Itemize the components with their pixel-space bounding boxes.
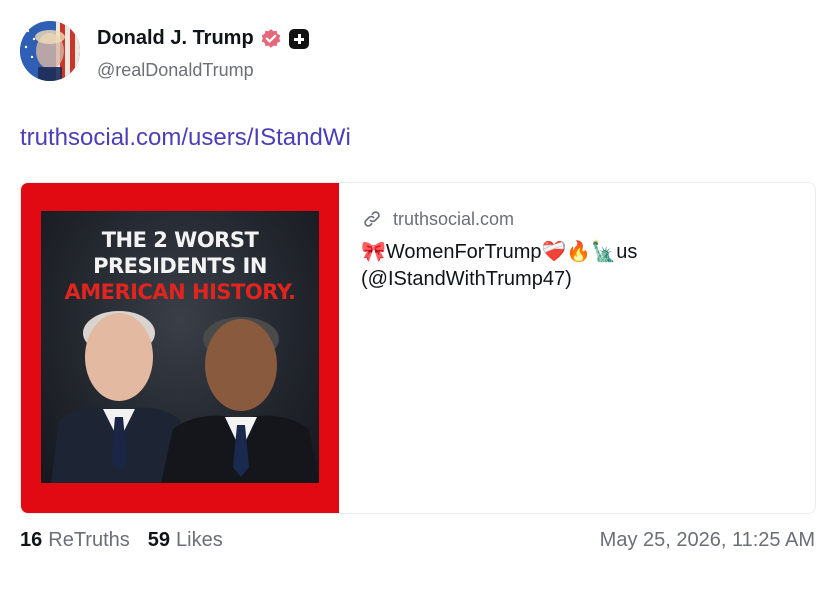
card-domain-row: truthsocial.com bbox=[361, 207, 791, 231]
author-handle[interactable]: @realDonaldTrump bbox=[97, 60, 254, 81]
verified-badge-icon bbox=[261, 29, 281, 48]
card-text: truthsocial.com 🎀WomenForTrump❤️‍🩹🔥🗽us (… bbox=[361, 207, 791, 293]
retruths-stat[interactable]: 16 ReTruths bbox=[20, 529, 130, 552]
likes-label: Likes bbox=[176, 529, 223, 551]
plus-badge-icon bbox=[289, 29, 309, 49]
card-image: THE 2 WORST PRESIDENTS IN AMERICAN HISTO… bbox=[21, 183, 339, 513]
retruths-count: 16 bbox=[20, 529, 43, 551]
post-stats: 16 ReTruths 59 Likes bbox=[20, 529, 223, 552]
card-title: 🎀WomenForTrump❤️‍🩹🔥🗽us bbox=[361, 241, 638, 263]
likes-count: 59 bbox=[147, 529, 171, 551]
image-headline: THE 2 WORST PRESIDENTS IN AMERICAN HISTO… bbox=[41, 227, 319, 305]
link-preview-card[interactable]: THE 2 WORST PRESIDENTS IN AMERICAN HISTO… bbox=[20, 182, 816, 514]
link-icon bbox=[364, 211, 380, 227]
post-timestamp[interactable]: May 25, 2026, 11:25 AM bbox=[600, 529, 815, 552]
portraits-illustration-icon bbox=[51, 311, 319, 483]
image-headline-line2: PRESIDENTS IN bbox=[93, 254, 267, 278]
card-description: (@IStandWithTrump47) bbox=[361, 268, 572, 290]
display-name[interactable]: Donald J. Trump bbox=[97, 27, 254, 50]
card-domain: truthsocial.com bbox=[393, 208, 515, 229]
post-link[interactable]: truthsocial.com/users/IStandWi bbox=[20, 124, 351, 152]
image-headline-line1: THE 2 WORST bbox=[101, 228, 259, 252]
avatar[interactable] bbox=[20, 21, 80, 81]
card-image-artwork: THE 2 WORST PRESIDENTS IN AMERICAN HISTO… bbox=[41, 211, 319, 483]
likes-stat[interactable]: 59 Likes bbox=[148, 529, 223, 552]
avatar-portrait-icon bbox=[20, 21, 80, 81]
retruths-label: ReTruths bbox=[48, 529, 130, 551]
